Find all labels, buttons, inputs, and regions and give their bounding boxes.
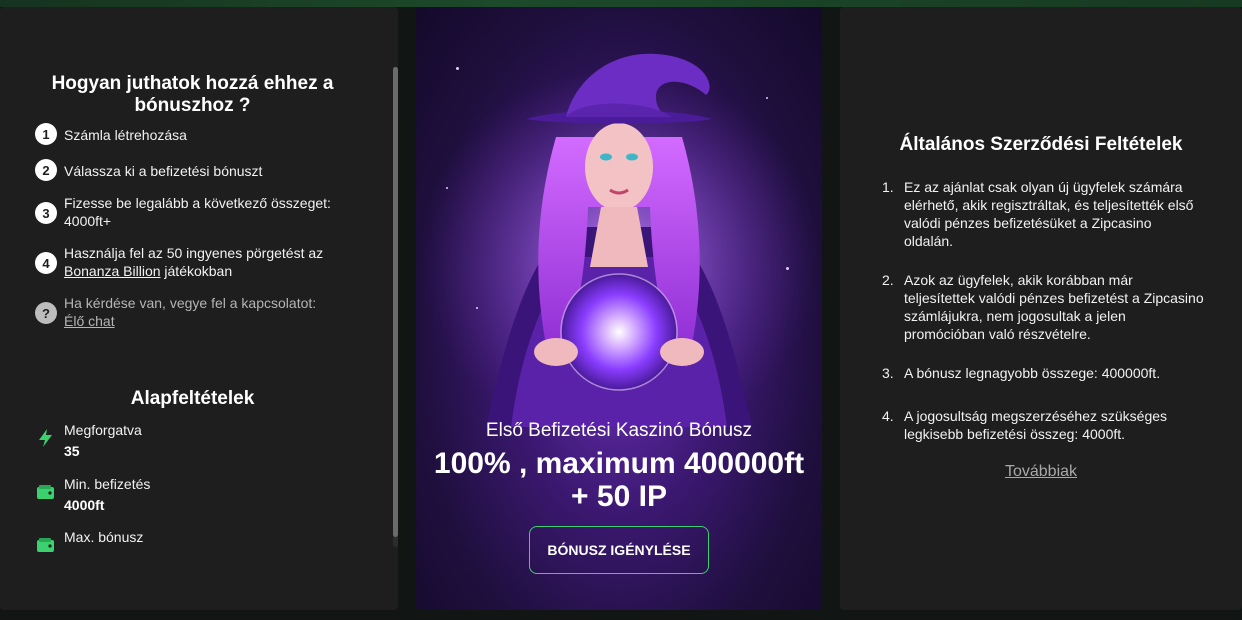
step-text-before: Használja fel az 50 ingyenes pörgetést a…	[64, 245, 324, 261]
live-chat-link[interactable]: Élő chat	[64, 313, 115, 329]
term-number: 2.	[882, 272, 894, 288]
contact-prompt: Ha kérdése van, vegye fel a kapcsolatot:	[64, 295, 317, 311]
term-number: 4.	[882, 408, 894, 424]
term-number: 1.	[882, 179, 894, 195]
step-text: Válassza ki a befizetési bónuszt	[64, 163, 263, 179]
step-number: 2	[35, 159, 57, 181]
how-to-panel: Hogyan juthatok hozzá ehhez a bónuszhoz …	[0, 7, 398, 610]
step-text-after: játékokban	[160, 263, 233, 279]
sparkle	[476, 307, 478, 309]
wallet-icon	[37, 538, 54, 552]
terms-panel: Általános Szerződési Feltételek 1. Ez az…	[840, 7, 1242, 610]
condition-wagering: Megforgatva 35	[36, 422, 336, 466]
lightning-icon	[39, 429, 52, 447]
term-text: Azok az ügyfelek, akik korábban már telj…	[904, 272, 1204, 342]
step-1: 1 Számla létrehozása	[35, 123, 335, 147]
top-bar	[0, 0, 1242, 7]
condition-label: Max. bónusz	[64, 529, 144, 545]
term-text: Ez az ajánlat csak olyan új ügyfelek szá…	[904, 179, 1194, 249]
term-number: 3.	[882, 365, 894, 381]
contact-step: ? Ha kérdése van, vegye fel a kapcsolato…	[35, 295, 335, 342]
sparkle	[766, 97, 768, 99]
condition-value: 4000ft	[64, 497, 105, 513]
question-icon: ?	[35, 302, 57, 324]
step-text: Számla létrehozása	[64, 127, 187, 143]
condition-min-deposit: Min. befizetés 4000ft	[36, 476, 336, 520]
scrollbar[interactable]	[393, 67, 398, 547]
term-item: 3. A bónusz legnagyobb összege: 400000ft…	[882, 364, 1202, 384]
how-to-title: Hogyan juthatok hozzá ehhez a bónuszhoz …	[51, 73, 334, 116]
term-item: 2. Azok az ügyfelek, akik korábban már t…	[882, 271, 1204, 345]
condition-label: Megforgatva	[64, 422, 142, 438]
bonus-subtitle: Első Befizetési Kaszinó Bónusz	[485, 420, 753, 441]
condition-label: Min. befizetés	[64, 476, 151, 492]
step-2: 2 Válassza ki a befizetési bónuszt	[35, 159, 335, 183]
contact-text: Ha kérdése van, vegye fel a kapcsolatot:…	[64, 294, 339, 330]
step-4: 4 Használja fel az 50 ingyenes pörgetést…	[35, 245, 335, 292]
bonus-headline: 100% , maximum 400000ft + 50 IP	[433, 447, 805, 513]
sparkle	[456, 67, 459, 70]
witch-illustration	[419, 53, 819, 437]
terms-title: Általános Szerződési Feltételek	[899, 134, 1183, 155]
basic-conditions-title: Alapfeltételek	[130, 388, 255, 409]
sparkle	[446, 187, 448, 189]
term-text: A bónusz legnagyobb összege: 400000ft.	[904, 365, 1161, 381]
step-3: 3 Fizesse be legalább a következő összeg…	[35, 195, 335, 242]
step-number: 3	[35, 202, 57, 224]
step-number: 1	[35, 123, 57, 145]
more-terms-link[interactable]: Továbbiak	[840, 463, 1242, 481]
bonanza-billion-link[interactable]: Bonanza Billion	[64, 263, 161, 279]
step-text: Használja fel az 50 ingyenes pörgetést a…	[64, 244, 339, 280]
claim-bonus-button[interactable]: BÓNUSZ IGÉNYLÉSE	[529, 526, 709, 574]
term-item: 4. A jogosultság megszerzéséhez szüksége…	[882, 407, 1202, 445]
condition-value: 35	[64, 443, 80, 459]
sparkle	[786, 267, 789, 270]
step-text: Fizesse be legalább a következő összeget…	[64, 195, 331, 229]
wallet-icon	[37, 485, 54, 499]
scrollbar-thumb[interactable]	[393, 67, 398, 537]
term-item: 1. Ez az ajánlat csak olyan új ügyfelek …	[882, 178, 1202, 252]
term-text: A jogosultság megszerzéséhez szükséges l…	[904, 408, 1168, 442]
condition-max-bonus: Max. bónusz	[36, 529, 336, 559]
step-number: 4	[35, 252, 57, 274]
bonus-promo-panel: Első Befizetési Kaszinó Bónusz 100% , ma…	[416, 7, 822, 610]
